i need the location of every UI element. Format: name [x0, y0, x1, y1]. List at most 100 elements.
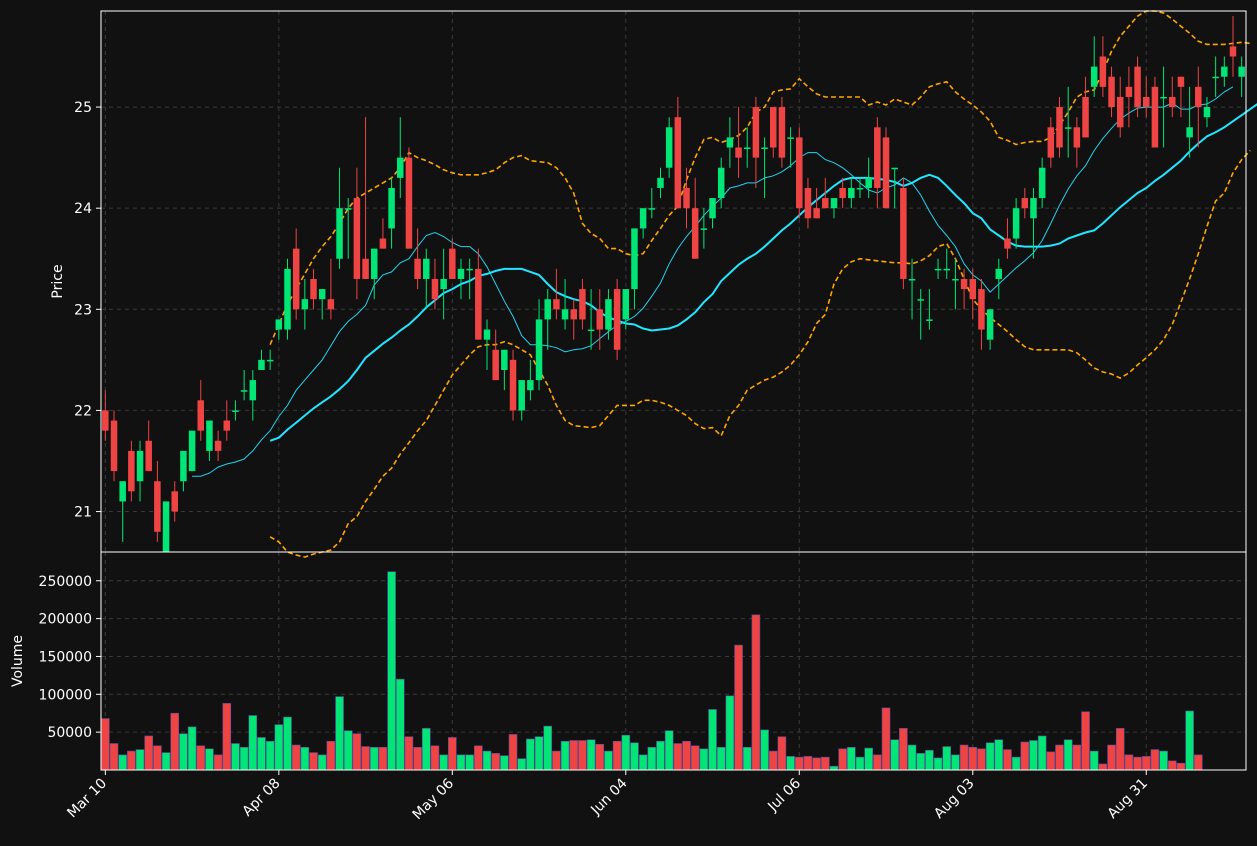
candle-body: [717, 167, 725, 199]
price-y-tick-label: 24: [74, 201, 92, 217]
candle-body: [761, 147, 768, 150]
candle-body: [1030, 198, 1037, 219]
volume-bar: [1176, 762, 1186, 771]
candle-body: [275, 319, 283, 330]
candle-body: [882, 137, 890, 209]
volume-bar: [821, 756, 830, 771]
volume-axis-label: Volume: [10, 635, 26, 687]
volume-bar: [1029, 740, 1038, 771]
volume-bar: [751, 614, 761, 771]
volume-bar: [1159, 750, 1168, 771]
volume-bar: [959, 744, 969, 771]
candle-body: [969, 278, 977, 300]
volume-bar: [977, 748, 986, 771]
candle-body: [1090, 66, 1098, 87]
candle-body: [796, 137, 803, 209]
candle-body: [1134, 66, 1141, 108]
candle-body: [631, 228, 638, 290]
candle-body: [848, 187, 855, 199]
candle-body: [344, 208, 352, 210]
candle-body: [1073, 127, 1081, 148]
candle-body: [995, 268, 1003, 279]
candle-body: [423, 258, 430, 279]
volume-bar: [899, 728, 908, 771]
candle-body: [1177, 76, 1185, 87]
volume-bar: [1098, 763, 1108, 771]
volume-bar: [873, 754, 882, 771]
volume-bar: [205, 748, 214, 771]
candle-body: [605, 299, 612, 330]
candle-body: [1151, 86, 1159, 148]
volume-bar: [768, 750, 778, 771]
candle-body: [587, 329, 595, 332]
candle-body: [119, 481, 126, 502]
volume-bar: [786, 756, 795, 771]
volume-bar: [526, 738, 535, 771]
volume-bar: [690, 745, 700, 771]
candle-body: [188, 430, 196, 472]
candle-body: [856, 187, 864, 190]
candle-body: [770, 107, 777, 148]
volume-bar: [352, 733, 362, 771]
candle-body: [960, 278, 968, 290]
volume-bar: [118, 754, 127, 771]
volume-bar: [465, 754, 474, 771]
candle-body: [1099, 56, 1107, 87]
candle-body: [353, 198, 361, 279]
candle-body: [128, 450, 135, 492]
volume-bar: [1133, 756, 1142, 771]
volume-bar: [829, 765, 839, 771]
candle-body: [440, 278, 447, 290]
candle-body: [370, 248, 378, 279]
volume-bar: [1081, 711, 1090, 771]
volume-bar: [595, 743, 605, 771]
volume-bar: [309, 752, 318, 771]
price-axis-label: Price: [50, 264, 66, 298]
candle-body: [518, 380, 525, 411]
candle-body: [154, 481, 161, 532]
volume-bar: [716, 746, 726, 771]
volume-bar: [534, 736, 544, 771]
candle-body: [457, 268, 465, 279]
candle-body: [691, 208, 699, 259]
candle-body: [466, 268, 473, 271]
volume-bar: [101, 718, 110, 771]
volume-bar: [213, 754, 223, 771]
volume-bar: [855, 756, 865, 771]
candle-body: [874, 127, 881, 188]
volume-bar: [430, 745, 440, 771]
candle-body: [804, 187, 812, 219]
volume-bar: [500, 755, 509, 771]
candle-body: [249, 380, 257, 401]
volume-bar: [647, 746, 657, 771]
candle-body: [240, 390, 248, 392]
candle-body: [891, 167, 898, 170]
candle-body: [171, 491, 178, 512]
volume-bar: [708, 709, 717, 771]
volume-bar: [196, 745, 206, 771]
volume-bar: [1072, 744, 1082, 771]
price-y-tick-label: 23: [74, 302, 92, 318]
volume-bar: [187, 726, 197, 771]
volume-bar: [994, 739, 1004, 771]
candle-body: [639, 208, 647, 229]
volume-bar: [742, 746, 752, 771]
volume-bar: [1055, 744, 1064, 771]
volume-bar: [343, 730, 353, 771]
volume-bar: [673, 743, 683, 771]
price-y-tick-label: 21: [74, 505, 92, 521]
candle-body: [917, 299, 924, 301]
candle-body: [431, 278, 439, 300]
volume-bar: [760, 729, 769, 771]
volume-bar: [612, 740, 622, 771]
volume-bar: [456, 754, 466, 771]
candle-body: [1195, 86, 1202, 108]
volume-bar: [543, 725, 553, 771]
candle-body: [318, 289, 326, 300]
volume-bar: [248, 715, 258, 771]
volume-bar: [421, 728, 431, 771]
candle-body: [1238, 66, 1245, 77]
volume-bar: [725, 695, 735, 771]
candle-body: [934, 268, 942, 271]
candle-body: [986, 309, 994, 340]
